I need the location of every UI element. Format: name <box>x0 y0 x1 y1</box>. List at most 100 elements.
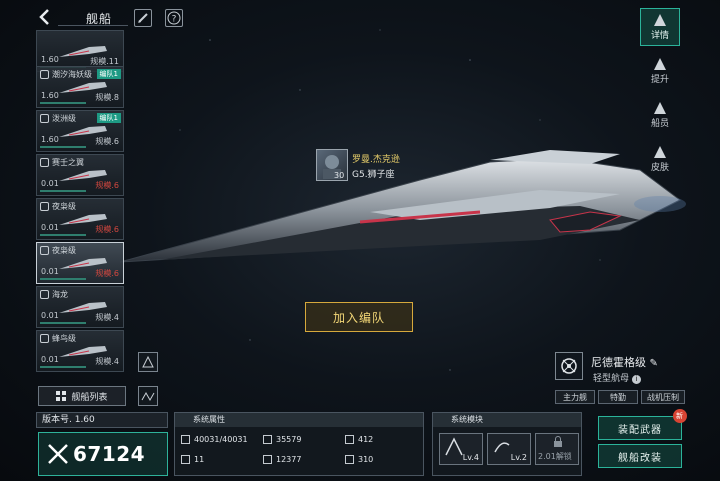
ship-size: 规模.6 <box>95 181 119 190</box>
system-attributes-title: 系统属性 <box>175 413 423 427</box>
stat-value: 35579 <box>276 435 302 444</box>
class-icon <box>40 290 49 299</box>
formation-icon[interactable] <box>138 386 158 406</box>
version-label: 版本号. 1.60 <box>36 412 168 428</box>
tag-special: 特勤 <box>598 390 638 404</box>
tab-label: 提升 <box>650 74 669 85</box>
system-modules-title: 系统模块 <box>433 413 581 427</box>
grid-icon <box>56 391 67 401</box>
ship-name-text: 尼德霍格级 <box>591 356 646 369</box>
crossed-swords-icon <box>48 444 68 464</box>
evasion-icon <box>181 455 190 464</box>
class-icon <box>40 114 49 123</box>
system-modules-panel: 系统模块 Lv.4 Lv.2 2.01解锁 <box>432 412 582 476</box>
ship-version: 1.60 <box>41 135 59 144</box>
module-1-level: Lv.4 <box>462 453 479 462</box>
module-slot-2[interactable]: Lv.2 <box>487 433 531 465</box>
target-icon <box>263 455 272 464</box>
stat-speed: 310 <box>345 455 373 464</box>
module-slot-1[interactable]: Lv.4 <box>439 433 483 465</box>
edit-icon[interactable] <box>134 9 152 27</box>
ship-progress-bar <box>40 278 86 280</box>
ship-size: 规模.6 <box>95 225 119 234</box>
tab-upgrade[interactable]: 提升 <box>640 52 680 90</box>
tab-label: 详情 <box>650 30 669 41</box>
module-a-icon <box>445 437 463 456</box>
fleet-badge: 编队1 <box>96 69 121 79</box>
rename-icon[interactable]: ✎ <box>650 358 658 369</box>
ship-card[interactable]: 海龙 0.01 规模.4 <box>36 286 124 328</box>
ship-size: 规模.6 <box>95 269 119 278</box>
class-icon <box>40 334 49 343</box>
equip-weapons-button[interactable]: 装配武器 新 <box>598 409 687 440</box>
ship-progress-bar <box>40 146 86 148</box>
join-fleet-button[interactable]: 加入编队 <box>305 302 413 332</box>
ship-size: 规模.4 <box>95 313 119 322</box>
carrier-class-icon <box>555 352 583 380</box>
module-slot-3[interactable]: 2.01解锁 <box>535 433 579 465</box>
ship-card[interactable]: 泼洲级 编队1 1.60 规模.6 <box>36 110 124 152</box>
ship-progress-bar <box>40 322 86 324</box>
module-3-unlock: 2.01解锁 <box>538 452 572 461</box>
ship-progress-bar <box>40 234 86 236</box>
top-bar: 舰船 ? <box>0 0 720 34</box>
stat-value: 12377 <box>276 455 302 464</box>
ship-type-text: 轻型航母 <box>593 374 630 384</box>
ship-name: 尼德霍格级 ✎ <box>591 354 658 370</box>
svg-text:?: ? <box>172 15 177 25</box>
ship-card[interactable]: 潮汐海妖级 编队1 1.60 规模.8 <box>36 66 124 108</box>
module-2-level: Lv.2 <box>510 453 527 462</box>
stat-target: 12377 <box>263 455 301 464</box>
ship-list-button[interactable]: 舰船列表 <box>38 386 126 406</box>
new-badge: 新 <box>673 409 687 423</box>
bottom-panel: 版本号. 1.60 67124 系统属性 40031/40031 35579 412… <box>36 409 687 478</box>
tab-crew[interactable]: 船员 <box>640 96 680 134</box>
fleet-badge: 编队1 <box>96 113 121 123</box>
ship-version: 0.01 <box>41 355 59 364</box>
ship-version: 0.01 <box>41 223 59 232</box>
tag-capital: 主力舰 <box>555 390 595 404</box>
hull-icon <box>181 435 190 444</box>
ship-card[interactable]: 夜枭级 0.01 规模.6 <box>36 198 124 240</box>
flagship-render <box>120 150 686 263</box>
lock-icon <box>554 436 562 447</box>
ship-size: 规模.4 <box>95 357 119 366</box>
refit-ship-button[interactable]: 舰船改装 <box>598 444 682 468</box>
tab-details[interactable]: 详情 <box>640 8 680 46</box>
back-icon[interactable] <box>36 8 54 26</box>
stat-value: 310 <box>358 455 374 464</box>
speed-icon <box>345 455 354 464</box>
ship-list-button-label: 舰船列表 <box>71 392 108 403</box>
tab-skin[interactable]: 皮肤 <box>640 140 680 178</box>
tab-label: 皮肤 <box>650 162 669 173</box>
ship-card[interactable]: 蜂鸟级 0.01 规模.4 <box>36 330 124 372</box>
stat-evasion: 11 <box>181 455 204 464</box>
class-icon <box>40 158 49 167</box>
armor-icon <box>263 435 272 444</box>
stat-shield: 412 <box>345 435 373 444</box>
ship-version: 0.01 <box>41 311 59 320</box>
ship-type: 轻型航母 i <box>593 371 641 384</box>
ship-version: 1.60 <box>41 91 59 100</box>
help-icon[interactable]: ? <box>165 9 183 27</box>
ship-size: 规模.8 <box>95 93 119 102</box>
system-attributes-panel: 系统属性 40031/40031 35579 412 11 12377 310 <box>174 412 424 476</box>
stat-value: 11 <box>194 455 205 464</box>
ship-card[interactable]: 夜枭级 0.01 规模.6 <box>36 242 124 284</box>
stat-value: 40031/40031 <box>194 435 248 444</box>
class-icon <box>40 70 49 79</box>
class-icon <box>40 202 49 211</box>
combat-power-value: 67124 <box>73 442 146 466</box>
ship-version: 1.60 <box>41 55 59 64</box>
fleet-filter-icon[interactable] <box>138 352 158 372</box>
shield-icon <box>345 435 354 444</box>
class-icon <box>40 246 49 255</box>
stat-hull: 40031/40031 <box>181 435 248 444</box>
skin-icon <box>654 145 666 158</box>
ship-version: 0.01 <box>41 179 59 188</box>
equip-weapons-label: 装配武器 <box>618 424 662 436</box>
ship-card[interactable]: 赛壬之翼 0.01 规模.6 <box>36 154 124 196</box>
info-icon[interactable]: i <box>631 375 641 384</box>
ship-progress-bar <box>40 190 86 192</box>
pilot-rank: G5.狮子座 <box>352 170 395 180</box>
